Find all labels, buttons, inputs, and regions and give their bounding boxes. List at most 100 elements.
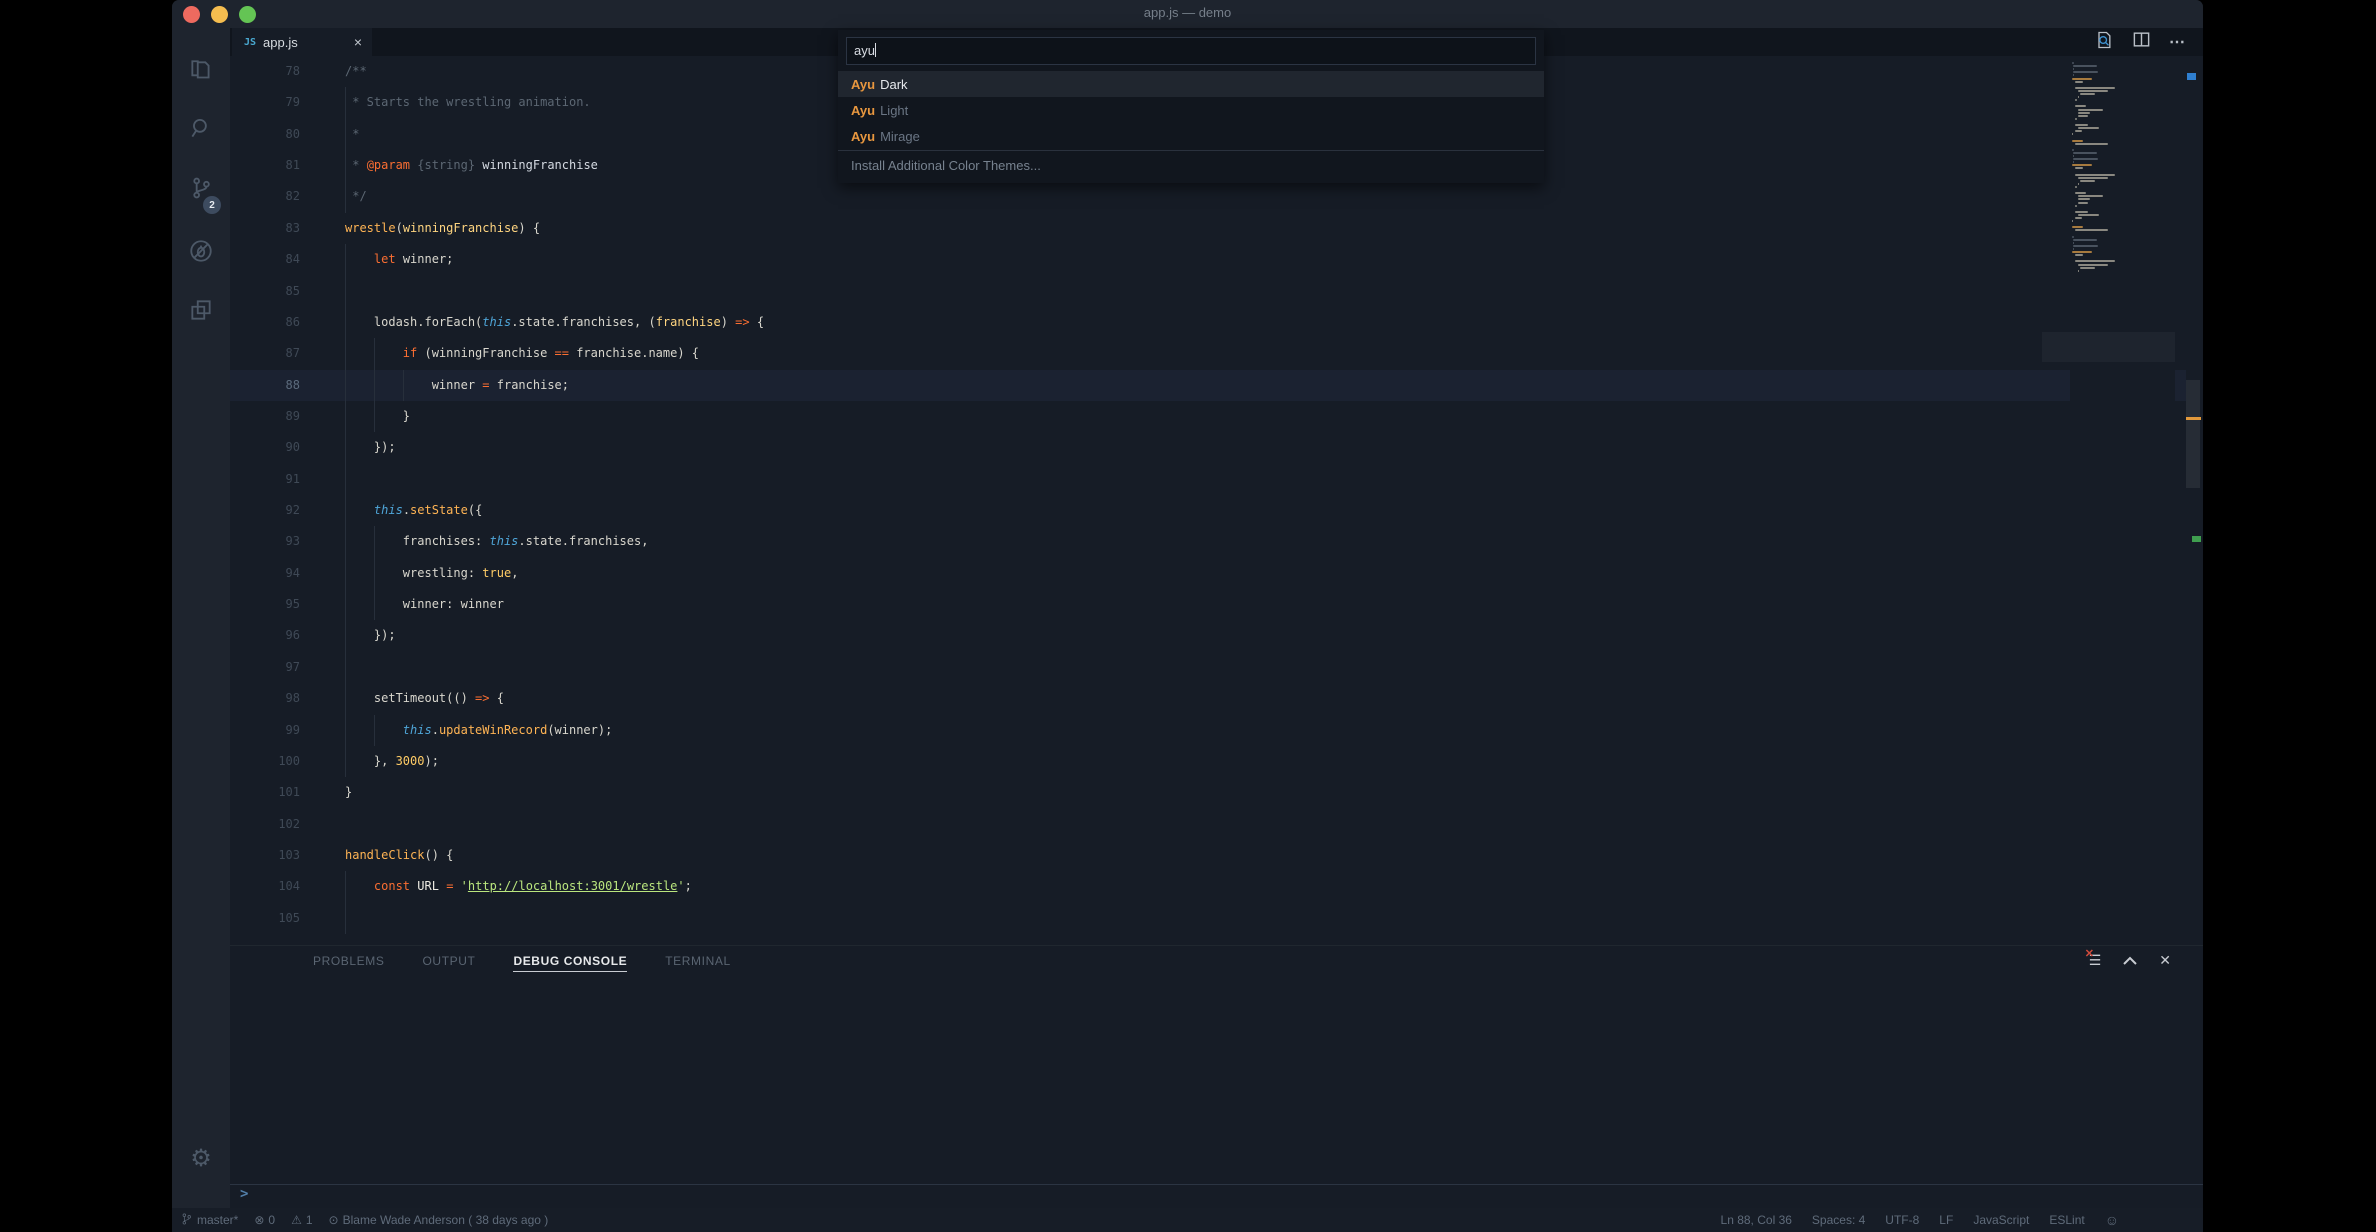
code-line-85[interactable]: 85 (230, 276, 2203, 307)
bottom-panel: PROBLEMS OUTPUT DEBUG CONSOLE TERMINAL ☰✕ ✕… (230, 945, 2203, 1207)
status-spaces-4[interactable]: Spaces: 4 (1812, 1213, 1865, 1227)
feedback-smiley-icon[interactable]: ☺ (2105, 1212, 2119, 1228)
quick-pick-input[interactable]: ayu (846, 37, 1536, 65)
line-number: 85 (230, 276, 300, 307)
sidebar-item-explorer[interactable] (172, 47, 230, 99)
code-line-97[interactable]: 97 (230, 652, 2203, 683)
more-actions-icon[interactable]: ⋯ (2169, 32, 2185, 52)
settings-gear-icon[interactable]: ⚙ (172, 1138, 230, 1178)
line-content: */ (300, 181, 2203, 212)
line-content: }); (300, 432, 2203, 463)
line-number: 98 (230, 683, 300, 714)
line-content: franchises: this.state.franchises, (300, 526, 2203, 557)
code-line-92[interactable]: 92 this.setState({ (230, 495, 2203, 526)
code-line-98[interactable]: 98 setTimeout(() => { (230, 683, 2203, 714)
code-line-101[interactable]: 101} (230, 777, 2203, 808)
minimap-line (2075, 118, 2077, 120)
code-line-86[interactable]: 86 lodash.forEach(this.state.franchises,… (230, 307, 2203, 338)
minimap-line (2072, 140, 2083, 142)
split-editor-icon[interactable] (2132, 30, 2151, 54)
tab-appjs[interactable]: JS app.js × (232, 28, 372, 56)
screen: app.js — demo 2 (0, 0, 2376, 1232)
code-line-89[interactable]: 89 } (230, 401, 2203, 432)
line-content: this.setState({ (300, 495, 2203, 526)
code-line-94[interactable]: 94 wrestling: true, (230, 558, 2203, 589)
code-line-90[interactable]: 90 }); (230, 432, 2203, 463)
theme-option-dark[interactable]: AyuDark (838, 71, 1544, 97)
install-additional-themes-item[interactable]: Install Additional Color Themes... (838, 152, 1544, 179)
status-error[interactable]: ⊗0 (254, 1213, 275, 1227)
git-branch-icon (180, 1212, 193, 1229)
code-line-99[interactable]: 99 this.updateWinRecord(winner); (230, 715, 2203, 746)
code-line-83[interactable]: 83wrestle(winningFranchise) { (230, 213, 2203, 244)
line-number: 105 (230, 903, 300, 934)
sidebar-item-extensions[interactable] (172, 286, 230, 338)
panel-tab-debug-console[interactable]: DEBUG CONSOLE (513, 954, 627, 972)
line-content: handleClick() { (300, 840, 2203, 871)
status-lf[interactable]: LF (1939, 1213, 1953, 1227)
tab-close-icon[interactable]: × (354, 34, 362, 50)
indent-guide (345, 652, 346, 683)
minimap-line (2075, 211, 2089, 213)
overview-ruler[interactable] (2186, 56, 2203, 945)
code-editor[interactable]: 78/**79 * Starts the wrestling animation… (230, 56, 2203, 945)
code-line-103[interactable]: 103handleClick() { (230, 840, 2203, 871)
status-warning-label: 1 (306, 1213, 313, 1227)
code-line-82[interactable]: 82 */ (230, 181, 2203, 212)
status-ln-88-col-36[interactable]: Ln 88, Col 36 (1721, 1213, 1792, 1227)
status-utf-8[interactable]: UTF-8 (1885, 1213, 1919, 1227)
minimap-line (2078, 109, 2104, 111)
code-line-102[interactable]: 102 (230, 809, 2203, 840)
panel-tab-output[interactable]: OUTPUT (423, 954, 476, 972)
panel-tab-problems[interactable]: PROBLEMS (313, 954, 385, 972)
code-line-84[interactable]: 84 let winner; (230, 244, 2203, 275)
maximize-panel-icon[interactable] (2123, 953, 2137, 969)
sidebar-item-search[interactable] (172, 104, 230, 156)
minimap-line (2072, 133, 2073, 135)
code-line-87[interactable]: 87 if (winningFranchise == franchise.nam… (230, 338, 2203, 369)
code-line-93[interactable]: 93 franchises: this.state.franchises, (230, 526, 2203, 557)
code-line-88[interactable]: 88 winner = franchise; (230, 370, 2203, 401)
code-line-100[interactable]: 100 }, 3000); (230, 746, 2203, 777)
code-line-96[interactable]: 96 }); (230, 620, 2203, 651)
minimap-line (2072, 251, 2092, 253)
status-warning[interactable]: ⚠1 (291, 1213, 312, 1227)
minimap-slider[interactable] (2042, 332, 2175, 362)
status-javascript[interactable]: JavaScript (1973, 1213, 2029, 1227)
indent-guide (374, 338, 375, 369)
clear-console-icon[interactable]: ☰✕ (2089, 952, 2102, 969)
close-panel-icon[interactable]: ✕ (2159, 952, 2171, 969)
indent-guide (345, 683, 346, 714)
code-line-91[interactable]: 91 (230, 464, 2203, 495)
theme-option-mirage[interactable]: AyuMirage (838, 123, 1544, 149)
minimap[interactable] (2070, 56, 2175, 945)
panel-tab-terminal[interactable]: TERMINAL (665, 954, 730, 972)
sidebar-item-debug[interactable] (172, 227, 230, 279)
minimap-line (2078, 264, 2109, 266)
status-blame[interactable]: ⊙Blame Wade Anderson ( 38 days ago ) (329, 1213, 549, 1227)
open-changes-icon[interactable] (2094, 30, 2114, 55)
minimap-line (2073, 65, 2098, 67)
scrollbar-thumb[interactable] (2186, 380, 2200, 488)
theme-option-light[interactable]: AyuLight (838, 97, 1544, 123)
sidebar-item-source-control[interactable]: 2 (172, 164, 230, 216)
status-eslint[interactable]: ESLint (2049, 1213, 2084, 1227)
line-number: 90 (230, 432, 300, 463)
minimap-line (2072, 164, 2092, 166)
code-line-104[interactable]: 104 const URL = 'http://localhost:3001/w… (230, 871, 2203, 902)
code-line-105[interactable]: 105 (230, 903, 2203, 934)
indent-guide (345, 338, 346, 369)
line-number: 96 (230, 620, 300, 651)
line-number: 91 (230, 464, 300, 495)
indent-guide (345, 558, 346, 589)
minimap-line (2073, 161, 2075, 163)
line-content: wrestling: true, (300, 558, 2203, 589)
status-branch[interactable]: master* (180, 1212, 238, 1229)
debug-console-prompt[interactable]: > (240, 1186, 248, 1206)
minimap-line (2078, 112, 2090, 114)
line-content (300, 809, 2203, 840)
code-line-95[interactable]: 95 winner: winner (230, 589, 2203, 620)
indent-guide (345, 464, 346, 495)
indent-guide (345, 432, 346, 463)
indent-guide (374, 589, 375, 620)
